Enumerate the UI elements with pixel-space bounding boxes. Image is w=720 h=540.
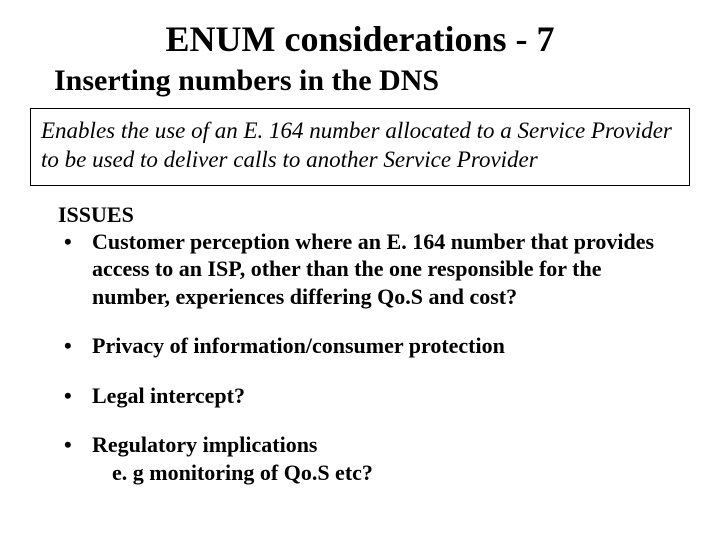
list-item: Privacy of information/consumer protecti… <box>58 332 678 360</box>
list-item: Legal intercept? <box>58 382 678 410</box>
list-item: Regulatory implications e. g monitoring … <box>58 431 678 486</box>
list-item-subtext: e. g monitoring of Qo.S etc? <box>92 459 678 487</box>
issues-heading: ISSUES <box>58 202 678 228</box>
issues-list: Customer perception where an E. 164 numb… <box>58 228 678 487</box>
issues-block: ISSUES Customer perception where an E. 1… <box>30 202 690 487</box>
summary-box: Enables the use of an E. 164 number allo… <box>30 108 690 186</box>
slide-title: ENUM considerations - 7 <box>30 18 690 60</box>
slide: ENUM considerations - 7 Inserting number… <box>0 0 720 540</box>
list-item-text: Legal intercept? <box>92 383 245 408</box>
list-item-text: Privacy of information/consumer protecti… <box>92 333 505 358</box>
list-item: Customer perception where an E. 164 numb… <box>58 228 678 311</box>
list-item-text: Customer perception where an E. 164 numb… <box>92 229 654 309</box>
list-item-text: Regulatory implications <box>92 432 318 457</box>
slide-subtitle: Inserting numbers in the DNS <box>54 64 690 98</box>
